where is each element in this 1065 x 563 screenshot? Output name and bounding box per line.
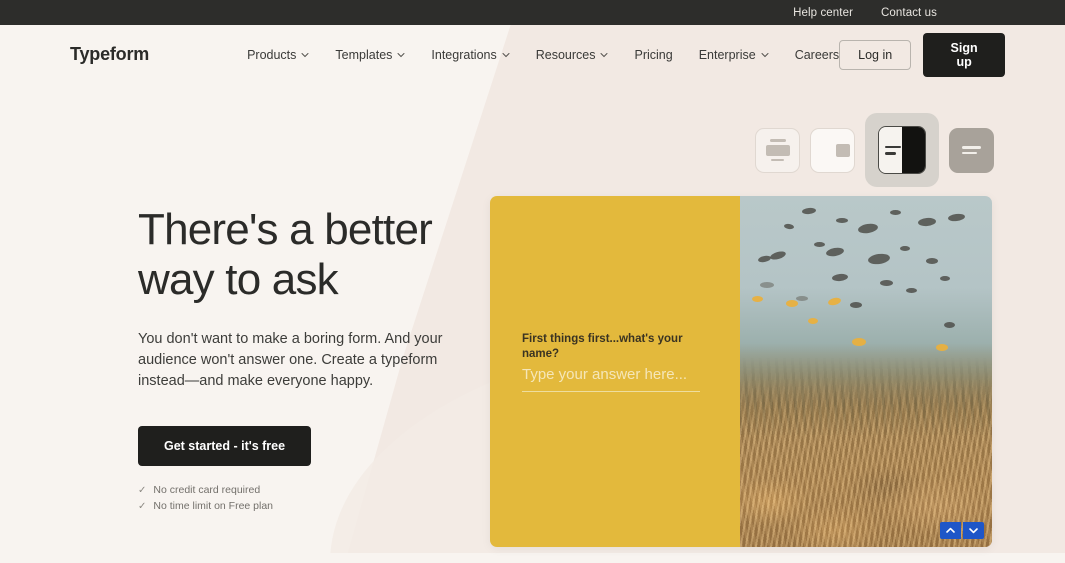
top-utility-bar: Help center Contact us [0, 0, 1065, 25]
nav-down-button[interactable] [963, 522, 984, 539]
auth-buttons: Log in Sign up [839, 32, 1005, 77]
fish [850, 302, 862, 308]
typeform-logo[interactable]: Typeform [70, 44, 149, 65]
help-center-link[interactable]: Help center [793, 7, 853, 19]
chevron-down-icon [397, 51, 405, 59]
layout-stacked-icon [765, 139, 790, 161]
check-icon: ✓ [138, 484, 147, 496]
fish [917, 217, 937, 227]
fish [867, 252, 891, 266]
fish [786, 300, 798, 307]
perk-label: No time limit on Free plan [153, 500, 274, 512]
nav-item-templates[interactable]: Templates [335, 48, 405, 62]
fish [769, 249, 787, 262]
fish [852, 338, 866, 346]
form-question-text: First things first...what's your name? [522, 333, 683, 360]
fish [940, 276, 950, 281]
fish [936, 344, 948, 351]
hero-paragraph: You don't want to make a boring form. An… [138, 331, 443, 389]
list-item: ✓ No credit card required [138, 484, 468, 496]
seaweed-layer [740, 357, 992, 435]
nav-item-careers[interactable]: Careers [795, 48, 839, 62]
canvas-bottom-strip [0, 553, 1065, 563]
chevron-up-icon [946, 527, 955, 533]
page-title: There's a better way to ask [138, 205, 433, 304]
layout-side-small-icon [816, 143, 850, 157]
fish [814, 242, 825, 247]
chevron-down-icon [761, 51, 769, 59]
check-icon: ✓ [138, 500, 147, 512]
fish [900, 246, 910, 251]
chevron-down-icon [301, 51, 309, 59]
nav-label: Resources [535, 47, 596, 62]
nav-label: Enterprise [698, 47, 756, 62]
fish [760, 282, 774, 288]
nav-item-pricing[interactable]: Pricing [634, 48, 672, 62]
layout-switcher [755, 113, 994, 187]
fish [880, 280, 893, 286]
fish [796, 296, 808, 301]
fish [827, 296, 842, 307]
login-button[interactable]: Log in [839, 39, 912, 70]
form-preview-card: First things first...what's your name? T… [490, 196, 992, 547]
fish [825, 246, 845, 258]
fish [801, 207, 817, 215]
hero-section: There's a better way to ask You don't wa… [138, 205, 468, 512]
layout-split-icon [878, 126, 926, 174]
fish [831, 273, 849, 282]
nav-item-enterprise[interactable]: Enterprise [699, 48, 769, 62]
chevron-down-icon [969, 528, 978, 534]
form-answer-input[interactable]: Type your answer here... [522, 366, 700, 392]
nav-label: Careers [794, 47, 840, 62]
nav-up-button[interactable] [940, 522, 961, 539]
fish [836, 218, 848, 223]
main-navigation: Products Templates Integrations Resource… [247, 48, 839, 62]
signup-button[interactable]: Sign up [923, 32, 1005, 77]
fish [944, 322, 955, 328]
site-header: Typeform Products Templates Integrations [0, 25, 1065, 84]
nav-item-integrations[interactable]: Integrations [431, 47, 510, 62]
nav-item-resources[interactable]: Resources [536, 48, 609, 62]
browser-page: Help center Contact us Typeform Products… [0, 0, 1065, 563]
layout-option-full[interactable] [949, 127, 994, 173]
contact-us-link[interactable]: Contact us [881, 7, 937, 19]
fish [906, 288, 917, 293]
layout-full-icon [962, 146, 981, 154]
form-media-panel [740, 196, 992, 547]
fish [752, 296, 763, 302]
nav-label: Products [247, 47, 297, 62]
nav-label: Pricing [634, 47, 673, 62]
chevron-down-icon [600, 51, 608, 59]
get-started-button[interactable]: Get started - it's free [138, 426, 312, 466]
fish [783, 223, 795, 230]
layout-option-split-selected[interactable] [865, 113, 939, 187]
layout-option-stacked[interactable] [755, 127, 800, 173]
list-item: ✓ No time limit on Free plan [138, 500, 468, 512]
fish [808, 318, 818, 324]
fish [890, 210, 901, 215]
nav-label: Templates [335, 47, 393, 62]
nav-label: Integrations [431, 47, 497, 62]
chevron-down-icon [502, 51, 510, 59]
perk-label: No credit card required [153, 484, 261, 496]
fish [857, 222, 879, 235]
fish [926, 258, 938, 264]
form-question-panel: First things first...what's your name? T… [490, 196, 740, 547]
fish [947, 212, 966, 223]
layout-option-side-small[interactable] [810, 127, 855, 173]
nav-item-products[interactable]: Products [247, 48, 309, 62]
form-nav-arrows [940, 522, 984, 539]
perks-list: ✓ No credit card required ✓ No time limi… [138, 484, 468, 512]
